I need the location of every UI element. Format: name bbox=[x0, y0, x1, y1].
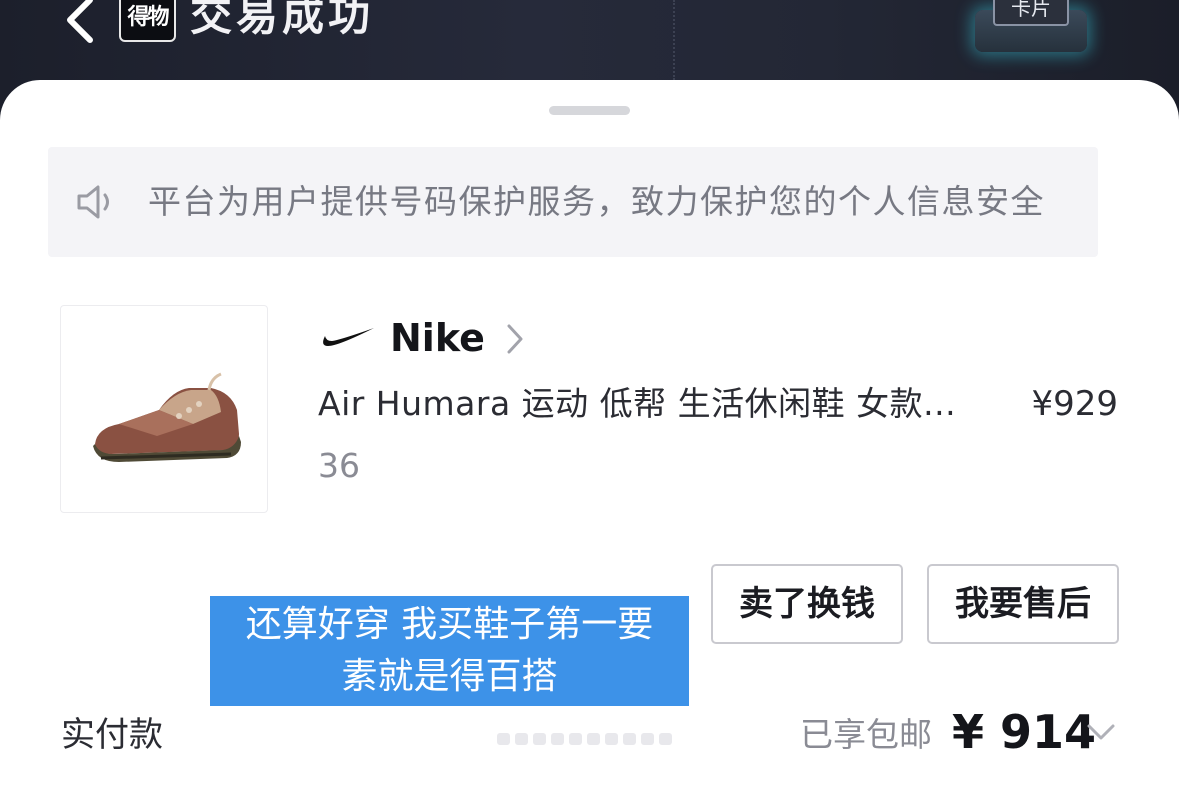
sell-button[interactable]: 卖了换钱 bbox=[711, 564, 903, 644]
card-badge[interactable]: 卡片 bbox=[975, 0, 1087, 60]
after-sale-button[interactable]: 我要售后 bbox=[927, 564, 1119, 644]
card-badge-label: 卡片 bbox=[993, 0, 1069, 26]
speaker-icon bbox=[77, 185, 109, 219]
brand-name: Nike bbox=[390, 316, 485, 360]
chevron-right-icon bbox=[507, 324, 523, 354]
paid-amount: ¥ 914 bbox=[952, 705, 1097, 759]
chevron-down-icon[interactable] bbox=[1086, 722, 1116, 742]
loading-dots bbox=[497, 730, 687, 745]
app-logo: 得物 bbox=[119, 0, 176, 42]
product-size: 36 bbox=[318, 446, 360, 485]
paid-label: 实付款 bbox=[61, 715, 163, 755]
drag-handle[interactable] bbox=[549, 106, 630, 115]
product-price: ¥929 bbox=[1031, 384, 1118, 424]
video-caption: 还算好穿 我买鞋子第一要 素就是得百搭 bbox=[210, 596, 689, 706]
order-sheet: 平台为用户提供号码保护服务，致力保护您的个人信息安全 Nike Air Huma… bbox=[0, 80, 1179, 800]
privacy-notice: 平台为用户提供号码保护服务，致力保护您的个人信息安全 bbox=[48, 147, 1098, 257]
sneaker-image bbox=[93, 372, 241, 462]
product-title[interactable]: Air Humara 运动 低帮 生活休闲鞋 女款... bbox=[318, 380, 956, 428]
caption-line-1: 还算好穿 我买鞋子第一要 bbox=[245, 604, 654, 645]
free-shipping-note: 已享包邮 bbox=[800, 715, 932, 754]
nike-swoosh-icon bbox=[323, 328, 374, 346]
caption-line-2: 素就是得百搭 bbox=[341, 656, 558, 697]
page-title: 交易成功 bbox=[190, 0, 375, 40]
notice-text: 平台为用户提供号码保护服务，致力保护您的个人信息安全 bbox=[148, 182, 1045, 221]
back-icon[interactable] bbox=[60, 0, 104, 44]
product-image[interactable] bbox=[60, 305, 268, 513]
header-divider bbox=[673, 0, 675, 80]
